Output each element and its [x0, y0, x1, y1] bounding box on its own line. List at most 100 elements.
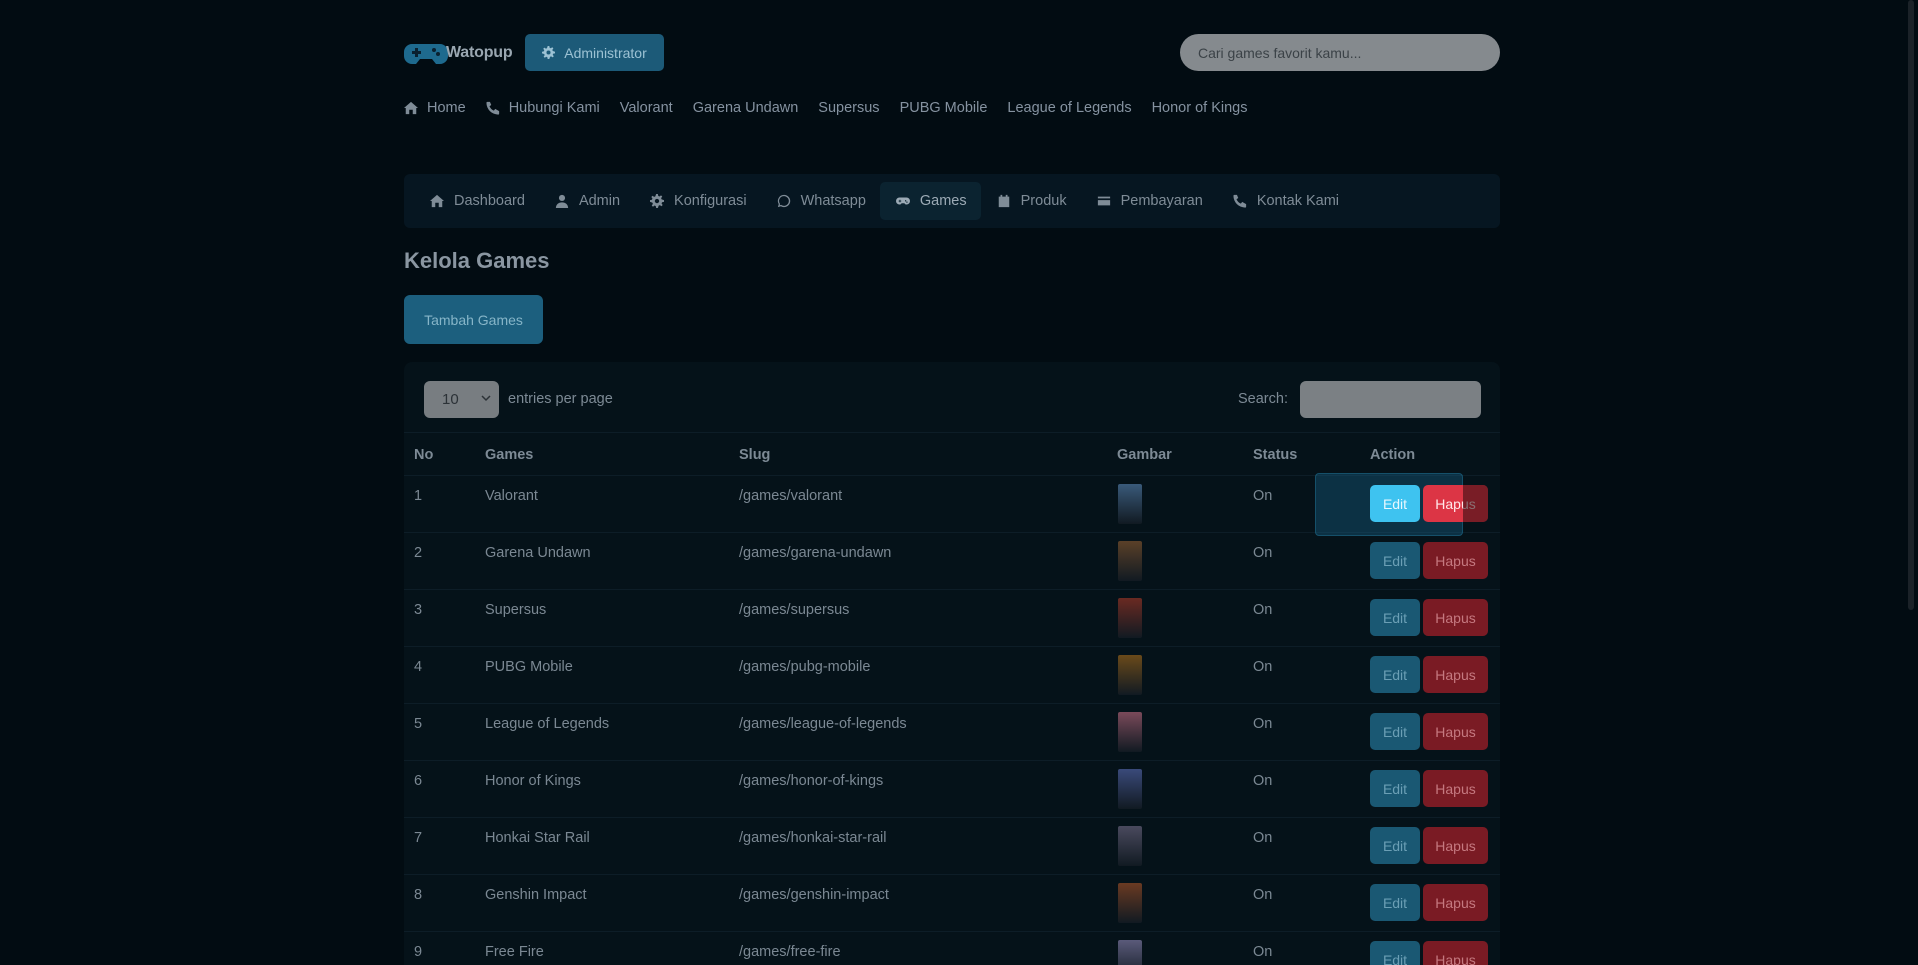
cell-status: On [1253, 773, 1273, 789]
cell-game: PUBG Mobile [485, 659, 573, 675]
admin-nav-admin[interactable]: Admin [539, 182, 634, 220]
main-nav: Home Hubungi Kami Valorant Garena Undawn… [404, 100, 1268, 116]
edit-button[interactable]: Edit [1370, 770, 1420, 807]
table-row: 3 Supersus/games/supersus On Edit Hapus [404, 590, 1500, 647]
cell-no: 3 [414, 602, 423, 618]
entries-per-page-select[interactable]: 10 [424, 381, 499, 418]
table-search-input[interactable] [1300, 381, 1481, 418]
game-thumbnail [1118, 541, 1142, 581]
cell-no: 1 [414, 488, 423, 504]
cell-game: Free Fire [485, 944, 544, 960]
edit-button[interactable]: Edit [1370, 656, 1420, 693]
cell-slug: /games/supersus [739, 602, 850, 618]
admin-nav-konfigurasi-label: Konfigurasi [674, 193, 747, 209]
nav-hubungi-kami-label: Hubungi Kami [508, 100, 600, 116]
cell-game: Garena Undawn [485, 545, 591, 561]
admin-nav-produk[interactable]: Produk [981, 182, 1081, 220]
admin-nav-games-label: Games [919, 193, 967, 209]
edit-button[interactable]: Edit [1370, 941, 1420, 965]
edit-button[interactable]: Edit [1370, 713, 1420, 750]
column-header-no[interactable]: No [414, 447, 433, 463]
cell-status: On [1253, 887, 1273, 903]
cell-slug: /games/league-of-legends [739, 716, 907, 732]
delete-button[interactable]: Hapus [1423, 599, 1488, 636]
cell-slug: /games/garena-undawn [739, 545, 892, 561]
column-header-gambar[interactable]: Gambar [1117, 447, 1172, 463]
games-table-card: 10 entries per page Search: No Games Slu… [404, 362, 1500, 965]
game-thumbnail [1118, 598, 1142, 638]
phone-icon [1233, 194, 1246, 208]
admin-nav-kontak-kami[interactable]: Kontak Kami [1217, 182, 1353, 220]
cell-game: Genshin Impact [485, 887, 587, 903]
add-game-button[interactable]: Tambah Games [404, 295, 543, 344]
admin-nav-pembayaran-label: Pembayaran [1120, 193, 1203, 209]
table-row: 2 Garena Undawn/games/garena-undawn On Edit… [404, 533, 1500, 590]
cell-status: On [1253, 716, 1273, 732]
nav-hubungi-kami[interactable]: Hubungi Kami [486, 100, 600, 116]
admin-nav-konfigurasi[interactable]: Konfigurasi [634, 182, 761, 220]
delete-button[interactable]: Hapus [1423, 827, 1488, 864]
cell-no: 7 [414, 830, 423, 846]
edit-button[interactable]: Edit [1370, 884, 1420, 921]
edit-button[interactable]: Edit [1370, 827, 1420, 864]
gear-icon [650, 194, 665, 208]
page-scrollbar[interactable] [1908, 0, 1914, 610]
admin-nav-whatsapp[interactable]: Whatsapp [761, 182, 880, 220]
delete-button[interactable]: Hapus [1423, 884, 1488, 921]
game-thumbnail [1118, 712, 1142, 752]
cell-status: On [1253, 602, 1273, 618]
entries-per-page-value: 10 [442, 391, 459, 408]
table-row: 8 Genshin Impact/games/genshin-impact On Ed… [404, 875, 1500, 932]
edit-button[interactable]: Edit [1370, 599, 1420, 636]
edit-button[interactable]: Edit [1370, 542, 1420, 579]
calendar-icon [998, 194, 1009, 208]
nav-honor-of-kings[interactable]: Honor of Kings [1152, 100, 1248, 116]
cell-game: League of Legends [485, 716, 610, 732]
brand-name: Watopup [446, 44, 513, 61]
global-search[interactable] [1180, 34, 1500, 71]
cell-slug: /games/free-fire [739, 944, 841, 960]
admin-nav-dashboard[interactable]: Dashboard [414, 182, 539, 220]
brand-logo[interactable]: Watopup [404, 36, 513, 70]
column-header-slug[interactable]: Slug [739, 447, 770, 463]
cell-no: 5 [414, 716, 423, 732]
global-search-input[interactable] [1198, 44, 1500, 61]
table-row: 6 Honor of Kings/games/honor-of-kings On Ed… [404, 761, 1500, 818]
user-icon [555, 194, 569, 208]
cell-slug: /games/valorant [739, 488, 843, 504]
row-action-overlay [1463, 485, 1488, 522]
credit-card-icon [1097, 196, 1110, 206]
admin-nav-pembayaran[interactable]: Pembayaran [1081, 182, 1217, 220]
admin-nav-games[interactable]: Games [879, 182, 981, 220]
administrator-button[interactable]: Administrator [525, 34, 664, 71]
nav-valorant[interactable]: Valorant [620, 100, 673, 116]
delete-button[interactable]: Hapus [1423, 941, 1488, 965]
column-header-status[interactable]: Status [1253, 447, 1297, 463]
edit-button[interactable]: Edit [1370, 485, 1420, 522]
table-row: 4 PUBG Mobile/games/pubg-mobile On Edit Hapu… [404, 647, 1500, 704]
home-icon [404, 101, 418, 115]
delete-button[interactable]: Hapus [1423, 770, 1488, 807]
cell-no: 6 [414, 773, 423, 789]
column-header-action[interactable]: Action [1370, 447, 1415, 463]
nav-supersus[interactable]: Supersus [818, 100, 879, 116]
home-icon [430, 194, 444, 208]
cell-slug: /games/pubg-mobile [739, 659, 871, 675]
cell-no: 8 [414, 887, 423, 903]
game-thumbnail [1118, 883, 1142, 923]
cell-status: On [1253, 830, 1273, 846]
nav-league-of-legends[interactable]: League of Legends [1007, 100, 1131, 116]
nav-pubg-mobile[interactable]: PUBG Mobile [900, 100, 988, 116]
top-header: Watopup Administrator [404, 34, 1500, 72]
delete-button[interactable]: Hapus [1423, 542, 1488, 579]
gamepad-logo-icon [404, 44, 448, 64]
column-header-games[interactable]: Games [485, 447, 533, 463]
delete-button[interactable]: Hapus [1423, 713, 1488, 750]
table-row: 1 Valorant/games/valorant On Edit Hapus [404, 473, 1500, 536]
cell-slug: /games/honkai-star-rail [739, 830, 887, 846]
game-thumbnail [1118, 826, 1142, 866]
nav-garena-undawn[interactable]: Garena Undawn [693, 100, 799, 116]
nav-home[interactable]: Home [404, 100, 466, 116]
chevron-down-icon [481, 395, 491, 402]
delete-button[interactable]: Hapus [1423, 656, 1488, 693]
